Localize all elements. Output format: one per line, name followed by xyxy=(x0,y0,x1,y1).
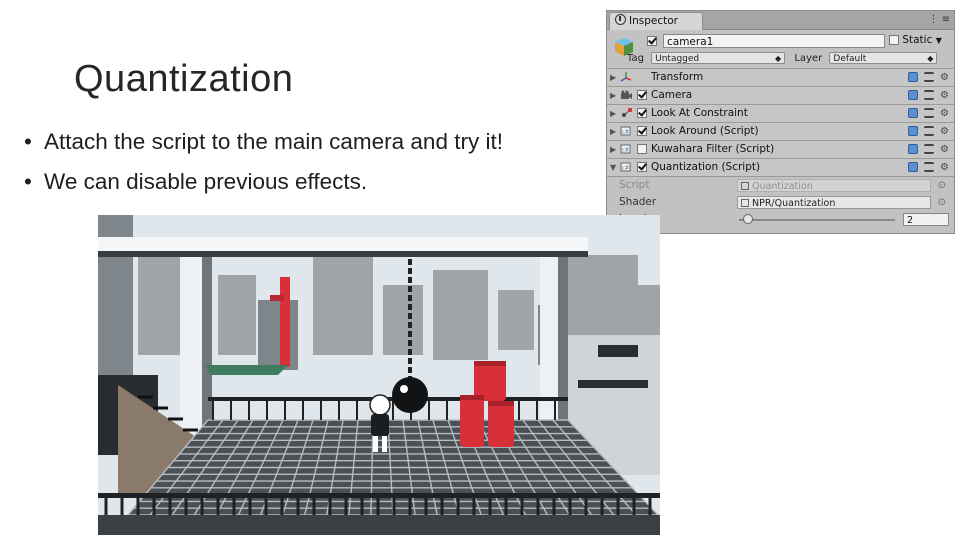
levels-value-field[interactable]: 2 xyxy=(903,213,949,226)
bullet-item: • Attach the script to the main camera an… xyxy=(24,122,503,162)
help-icon[interactable] xyxy=(908,108,918,118)
preset-icon[interactable] xyxy=(924,162,934,172)
help-icon[interactable] xyxy=(908,90,918,100)
inspector-tabbar: Inspector ⋮ ≡ xyxy=(607,11,954,30)
tag-layer-row: Tag Untagged ◆ Layer Default ◆ xyxy=(627,52,938,64)
bullet-text: We can disable previous effects. xyxy=(44,169,368,194)
help-icon[interactable] xyxy=(908,162,918,172)
component-enabled-checkbox[interactable] xyxy=(637,108,647,118)
tab-inspector-label: Inspector xyxy=(629,15,678,27)
inspector-panel: Inspector ⋮ ≡ camera1 Static ▼ Tag Untag… xyxy=(606,10,955,234)
property-script: Script Quantization ⊙ xyxy=(607,177,954,194)
component-label: Transform xyxy=(651,71,704,83)
script-field: Quantization xyxy=(737,179,931,192)
preset-icon[interactable] xyxy=(924,108,934,118)
object-picker-icon: ⊙ xyxy=(937,180,946,191)
object-name-field[interactable]: camera1 xyxy=(663,34,885,48)
property-label: Script xyxy=(619,179,650,191)
chevron-down-icon[interactable]: ▼ xyxy=(936,36,942,45)
property-shader: Shader NPR/Quantization ⊙ xyxy=(607,194,954,211)
static-checkbox[interactable] xyxy=(889,35,899,45)
property-label: Shader xyxy=(619,196,657,208)
static-label: Static xyxy=(902,34,933,46)
preset-icon[interactable] xyxy=(924,90,934,100)
component-label: Look At Constraint xyxy=(651,107,748,119)
gear-icon[interactable]: ⚙ xyxy=(940,69,949,86)
levels-slider-track[interactable] xyxy=(739,219,895,221)
info-icon xyxy=(615,14,626,25)
script-icon: c# xyxy=(620,144,631,154)
component-look-at-constraint[interactable]: ▶ Look At Constraint ⚙ xyxy=(607,105,954,123)
game-view-render xyxy=(98,215,660,535)
svg-text:c#: c# xyxy=(622,166,629,172)
gear-icon[interactable]: ⚙ xyxy=(940,105,949,122)
component-label: Quantization (Script) xyxy=(651,161,761,173)
component-transform[interactable]: ▶ Transform ⚙ xyxy=(607,69,954,87)
tab-menu-icon[interactable]: ⋮ ≡ xyxy=(928,14,950,25)
chevron-down-icon: ◆ xyxy=(927,54,934,63)
gear-icon[interactable]: ⚙ xyxy=(940,87,949,104)
bullet-marker: • xyxy=(24,129,32,154)
tag-value: Untagged xyxy=(655,54,700,64)
gear-icon[interactable]: ⚙ xyxy=(940,123,949,140)
tab-inspector[interactable]: Inspector xyxy=(609,12,703,30)
gear-icon[interactable]: ⚙ xyxy=(940,141,949,158)
help-icon[interactable] xyxy=(908,72,918,82)
svg-text:c#: c# xyxy=(622,130,629,136)
help-icon[interactable] xyxy=(908,144,918,154)
fold-arrow-expanded-icon[interactable]: ▼ xyxy=(610,159,616,176)
layer-dropdown[interactable]: Default ◆ xyxy=(829,52,938,64)
slide-title: Quantization xyxy=(74,58,294,100)
shader-value: NPR/Quantization xyxy=(752,198,836,209)
shader-icon xyxy=(741,199,749,207)
help-icon[interactable] xyxy=(908,126,918,136)
fold-arrow-icon[interactable]: ▶ xyxy=(610,123,616,140)
shader-field[interactable]: NPR/Quantization xyxy=(737,196,931,209)
script-icon: c# xyxy=(620,126,631,136)
layer-value: Default xyxy=(833,54,867,64)
layer-label: Layer xyxy=(794,53,823,64)
object-picker-icon[interactable]: ⊙ xyxy=(938,194,946,211)
preset-icon[interactable] xyxy=(924,144,934,154)
fold-arrow-icon[interactable]: ▶ xyxy=(610,105,616,122)
quantized-scene-image xyxy=(98,215,660,535)
static-toggle[interactable]: Static ▼ xyxy=(889,34,942,46)
active-checkbox[interactable] xyxy=(647,36,657,46)
component-enabled-checkbox[interactable] xyxy=(637,126,647,136)
tag-dropdown[interactable]: Untagged ◆ xyxy=(651,52,786,64)
component-enabled-checkbox[interactable] xyxy=(637,144,647,154)
component-label: Kuwahara Filter (Script) xyxy=(651,143,775,155)
preset-icon[interactable] xyxy=(924,126,934,136)
top-beam xyxy=(98,237,588,251)
component-look-around-script[interactable]: ▶ c# Look Around (Script) ⚙ xyxy=(607,123,954,141)
bullet-text: Attach the script to the main camera and… xyxy=(44,129,503,154)
bullet-list: • Attach the script to the main camera an… xyxy=(24,122,503,202)
svg-text:c#: c# xyxy=(622,148,629,154)
bullet-marker: • xyxy=(24,169,32,194)
levels-slider-handle[interactable] xyxy=(743,214,753,224)
transform-icon xyxy=(620,72,632,82)
constraint-icon xyxy=(622,108,632,117)
fold-arrow-icon[interactable]: ▶ xyxy=(610,69,616,86)
script-icon xyxy=(741,182,749,190)
chevron-down-icon: ◆ xyxy=(774,54,782,63)
gameobject-header: camera1 Static ▼ Tag Untagged ◆ Layer Def… xyxy=(607,30,954,69)
component-enabled-checkbox[interactable] xyxy=(637,162,647,172)
gear-icon[interactable]: ⚙ xyxy=(940,159,949,176)
fold-arrow-icon[interactable]: ▶ xyxy=(610,87,616,104)
script-icon: c# xyxy=(620,162,631,172)
component-camera[interactable]: ▶ Camera ⚙ xyxy=(607,87,954,105)
bullet-item: • We can disable previous effects. xyxy=(24,162,503,202)
script-value: Quantization xyxy=(752,181,813,192)
camera-icon xyxy=(621,90,632,99)
component-label: Camera xyxy=(651,89,693,101)
tag-label: Tag xyxy=(627,53,644,64)
component-kuwahara-filter-script[interactable]: ▶ c# Kuwahara Filter (Script) ⚙ xyxy=(607,141,954,159)
component-label: Look Around (Script) xyxy=(651,125,759,137)
component-enabled-checkbox[interactable] xyxy=(637,90,647,100)
fold-arrow-icon[interactable]: ▶ xyxy=(610,141,616,158)
component-quantization-script[interactable]: ▼ c# Quantization (Script) ⚙ xyxy=(607,159,954,177)
preset-icon[interactable] xyxy=(924,72,934,82)
